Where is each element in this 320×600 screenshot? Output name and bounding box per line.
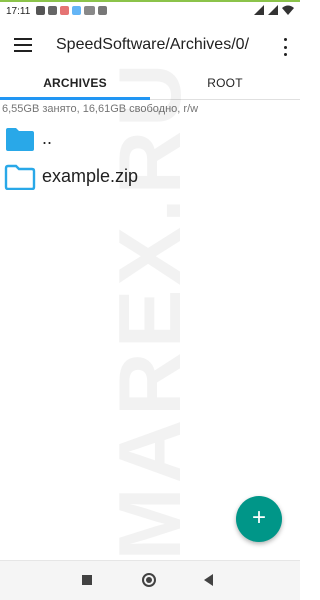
home-icon[interactable] bbox=[142, 573, 156, 587]
tab-archives[interactable]: ARCHIVES bbox=[0, 70, 150, 99]
folder-filled-icon bbox=[6, 128, 34, 151]
system-nav-bar bbox=[0, 560, 300, 600]
file-name: .. bbox=[42, 128, 53, 148]
tab-root[interactable]: ROOT bbox=[150, 70, 300, 99]
signal-icon bbox=[268, 5, 278, 15]
recent-apps-icon[interactable] bbox=[82, 575, 92, 585]
status-bar: 17:11 bbox=[0, 0, 300, 24]
photos-icon bbox=[48, 6, 57, 15]
notification-icons bbox=[36, 6, 107, 15]
status-accent-line bbox=[0, 0, 300, 2]
folder-outline-icon bbox=[4, 164, 36, 190]
mail-icon bbox=[84, 6, 95, 15]
more-vert-icon[interactable] bbox=[280, 36, 290, 58]
list-item-parent[interactable]: .. bbox=[0, 122, 300, 162]
current-path: /0/SpeedSoftware/Archives bbox=[56, 36, 250, 53]
tab-indicator bbox=[0, 97, 150, 100]
signal-icon bbox=[254, 5, 264, 15]
plus-icon: + bbox=[251, 504, 266, 531]
download-icon bbox=[36, 6, 45, 15]
add-fab-button[interactable]: + bbox=[236, 496, 282, 542]
app-icon bbox=[72, 6, 81, 15]
play-icon bbox=[98, 6, 107, 15]
app-icon bbox=[60, 6, 69, 15]
back-icon[interactable] bbox=[204, 574, 213, 586]
tab-bar: ARCHIVES ROOT bbox=[0, 70, 300, 100]
system-icons bbox=[254, 5, 294, 15]
hamburger-menu-icon[interactable] bbox=[14, 38, 32, 54]
file-name: example.zip bbox=[42, 166, 139, 186]
list-item-file[interactable]: example.zip bbox=[0, 160, 300, 200]
storage-info: 6,55GB занято, 16,61GB свободно, r/w bbox=[2, 103, 199, 115]
wifi-icon bbox=[282, 5, 294, 15]
status-time: 17:11 bbox=[6, 6, 31, 17]
app-toolbar: /0/SpeedSoftware/Archives bbox=[0, 24, 300, 70]
